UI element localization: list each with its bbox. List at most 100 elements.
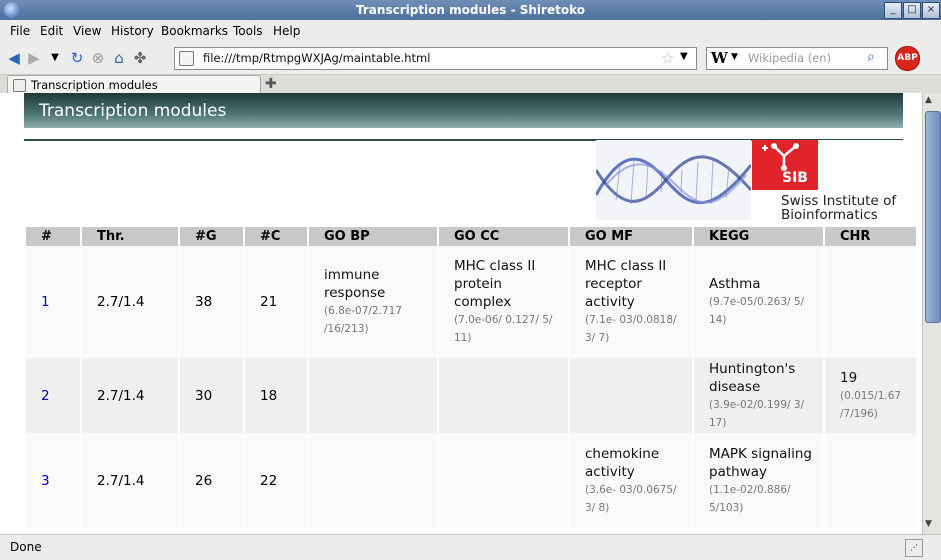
go-cc-term: MHC class II protein complex <box>454 258 536 310</box>
addon-icon[interactable]: ✤ <box>132 50 148 66</box>
sib-logo-block: SIB <box>752 140 818 190</box>
col-go-cc[interactable]: GO CC <box>438 227 570 246</box>
go-cc-cell <box>438 358 570 433</box>
new-tab-icon[interactable]: ✚ <box>265 76 277 92</box>
url-dropdown-icon[interactable]: ▼ <box>680 51 688 62</box>
back-icon[interactable]: ◀ <box>6 50 22 66</box>
menu-bookmarks[interactable]: Bookmarks <box>161 24 228 38</box>
page-header: Transcription modules <box>24 93 903 128</box>
minimize-button[interactable]: _ <box>884 2 902 19</box>
table-header-row: # Thr. #G #C GO BP GO CC GO MF KEGG CHR <box>26 227 918 246</box>
kegg-cell: MAPK signaling pathway (1.1e-02/0.886/ 5/… <box>693 433 825 528</box>
kegg-stat: (3.9e-02/0.199/ 3/ 17) <box>709 398 805 429</box>
kegg-stat: (9.7e-05/0.263/ 5/ 14) <box>709 296 805 326</box>
sib-abbrev: SIB <box>782 170 808 186</box>
index-cell[interactable]: 1 <box>26 246 82 358</box>
page-title: Transcription modules <box>39 101 227 121</box>
go-mf-cell <box>569 358 694 433</box>
window-titlebar: Transcription modules - Shiretoko _ □ × <box>0 0 941 20</box>
scroll-up-icon[interactable]: ▲ <box>925 95 932 105</box>
url-bar[interactable]: file:///tmp/RtmpgWXJAg/maintable.html ☆ … <box>174 47 697 70</box>
stop-icon[interactable]: ⊗ <box>90 50 106 66</box>
kegg-term: MAPK signaling pathway <box>709 445 812 480</box>
table-row: 3 2.7/1.4 26 22 chemokine activity (3.6e-… <box>26 433 918 528</box>
page-content: Transcription modules SIB Swiss Institut… <box>0 93 922 534</box>
close-button[interactable]: × <box>922 2 940 19</box>
col-go-mf[interactable]: GO MF <box>569 227 694 246</box>
conditions-cell: 21 <box>244 246 309 358</box>
kegg-term: Huntington's disease <box>709 360 796 395</box>
col-threshold[interactable]: Thr. <box>81 227 180 246</box>
col-go-bp[interactable]: GO BP <box>308 227 439 246</box>
menu-file[interactable]: File <box>10 24 30 38</box>
history-dropdown-icon[interactable]: ▼ <box>47 50 63 66</box>
table-row: 1 2.7/1.4 38 21 immune response (6.8e-07/… <box>26 246 918 358</box>
vertical-scrollbar[interactable]: ▲ ▼ <box>922 93 941 534</box>
tab-transcription-modules[interactable]: Transcription modules <box>7 75 261 94</box>
go-bp-cell <box>308 433 439 528</box>
adblock-icon[interactable]: ABP <box>895 46 920 71</box>
kegg-cell: Huntington's disease (3.9e-02/0.199/ 3/ 1… <box>693 358 825 433</box>
col-chr[interactable]: CHR <box>824 227 918 246</box>
status-bar: Done ⋰ <box>0 534 941 560</box>
wikipedia-icon[interactable]: W <box>711 49 728 67</box>
kegg-term: Asthma <box>709 276 761 292</box>
chr-cell: 19 (0.015/1.67 /7/196) <box>824 358 918 433</box>
index-cell[interactable]: 2 <box>26 358 82 433</box>
table-row: 2 2.7/1.4 30 18 Huntington's disease (3.9… <box>26 358 918 433</box>
maximize-button[interactable]: □ <box>903 2 921 19</box>
menu-help[interactable]: Help <box>273 24 300 38</box>
conditions-cell: 18 <box>244 358 309 433</box>
resize-grip-icon[interactable]: ⋰ <box>905 539 923 557</box>
url-text[interactable]: file:///tmp/RtmpgWXJAg/maintable.html <box>203 51 430 65</box>
threshold-cell: 2.7/1.4 <box>81 246 180 358</box>
menu-bar: File Edit View History Bookmarks Tools H… <box>0 20 941 41</box>
go-cc-cell: MHC class II protein complex (7.0e-06/ 0.… <box>438 246 570 358</box>
go-mf-cell: chemokine activity (3.6e- 03/0.0675/ 3/ 8… <box>569 433 694 528</box>
navigation-toolbar: ◀ ▶ ▼ ↻ ⊗ ⌂ ✤ file:///tmp/RtmpgWXJAg/mai… <box>0 42 941 75</box>
col-conditions[interactable]: #C <box>244 227 309 246</box>
bookmark-star-icon[interactable]: ☆ <box>661 49 674 67</box>
go-mf-cell: MHC class II receptor activity (7.1e- 03/… <box>569 246 694 358</box>
search-bar[interactable]: W ▼ Wikipedia (en) ⌕ <box>706 47 888 70</box>
module-link[interactable]: 2 <box>41 388 50 404</box>
go-cc-stat: (7.0e-06/ 0.127/ 5/ 11) <box>454 314 553 344</box>
module-link[interactable]: 1 <box>41 294 50 310</box>
menu-edit[interactable]: Edit <box>40 24 63 38</box>
scroll-down-icon[interactable]: ▼ <box>925 519 932 529</box>
module-link[interactable]: 3 <box>41 473 50 489</box>
threshold-cell: 2.7/1.4 <box>81 433 180 528</box>
col-index[interactable]: # <box>26 227 82 246</box>
genes-cell: 38 <box>179 246 245 358</box>
menu-tools[interactable]: Tools <box>233 24 263 38</box>
search-engine-dropdown-icon[interactable]: ▼ <box>731 52 738 62</box>
chr-term: 19 <box>840 369 858 386</box>
menu-view[interactable]: View <box>73 24 101 38</box>
go-mf-term: MHC class II receptor activity <box>585 258 667 310</box>
go-bp-term: immune response <box>324 267 386 301</box>
chr-stat: (0.015/1.67 /7/196) <box>840 389 902 420</box>
modules-table: # Thr. #G #C GO BP GO CC GO MF KEGG CHR … <box>26 227 918 528</box>
threshold-cell: 2.7/1.4 <box>81 358 180 433</box>
kegg-stat: (1.1e-02/0.886/ 5/103) <box>709 483 791 514</box>
tab-label: Transcription modules <box>31 78 158 92</box>
dna-logo-image <box>596 140 751 220</box>
index-cell[interactable]: 3 <box>26 433 82 528</box>
reload-icon[interactable]: ↻ <box>69 50 85 66</box>
menu-history[interactable]: History <box>111 24 154 38</box>
window-title: Transcription modules - Shiretoko <box>356 3 585 17</box>
home-icon[interactable]: ⌂ <box>111 50 127 66</box>
genes-cell: 30 <box>179 358 245 433</box>
search-icon[interactable]: ⌕ <box>867 49 875 65</box>
search-input[interactable]: Wikipedia (en) <box>748 51 831 65</box>
status-text: Done <box>10 540 42 554</box>
go-cc-cell <box>438 433 570 528</box>
scrollbar-thumb[interactable] <box>925 111 941 323</box>
conditions-cell: 22 <box>244 433 309 528</box>
chr-cell <box>824 433 918 528</box>
forward-icon[interactable]: ▶ <box>26 50 42 66</box>
col-genes[interactable]: #G <box>179 227 245 246</box>
kegg-cell: Asthma (9.7e-05/0.263/ 5/ 14) <box>693 246 825 358</box>
tab-strip: Transcription modules ✚ <box>0 75 941 94</box>
col-kegg[interactable]: KEGG <box>693 227 825 246</box>
